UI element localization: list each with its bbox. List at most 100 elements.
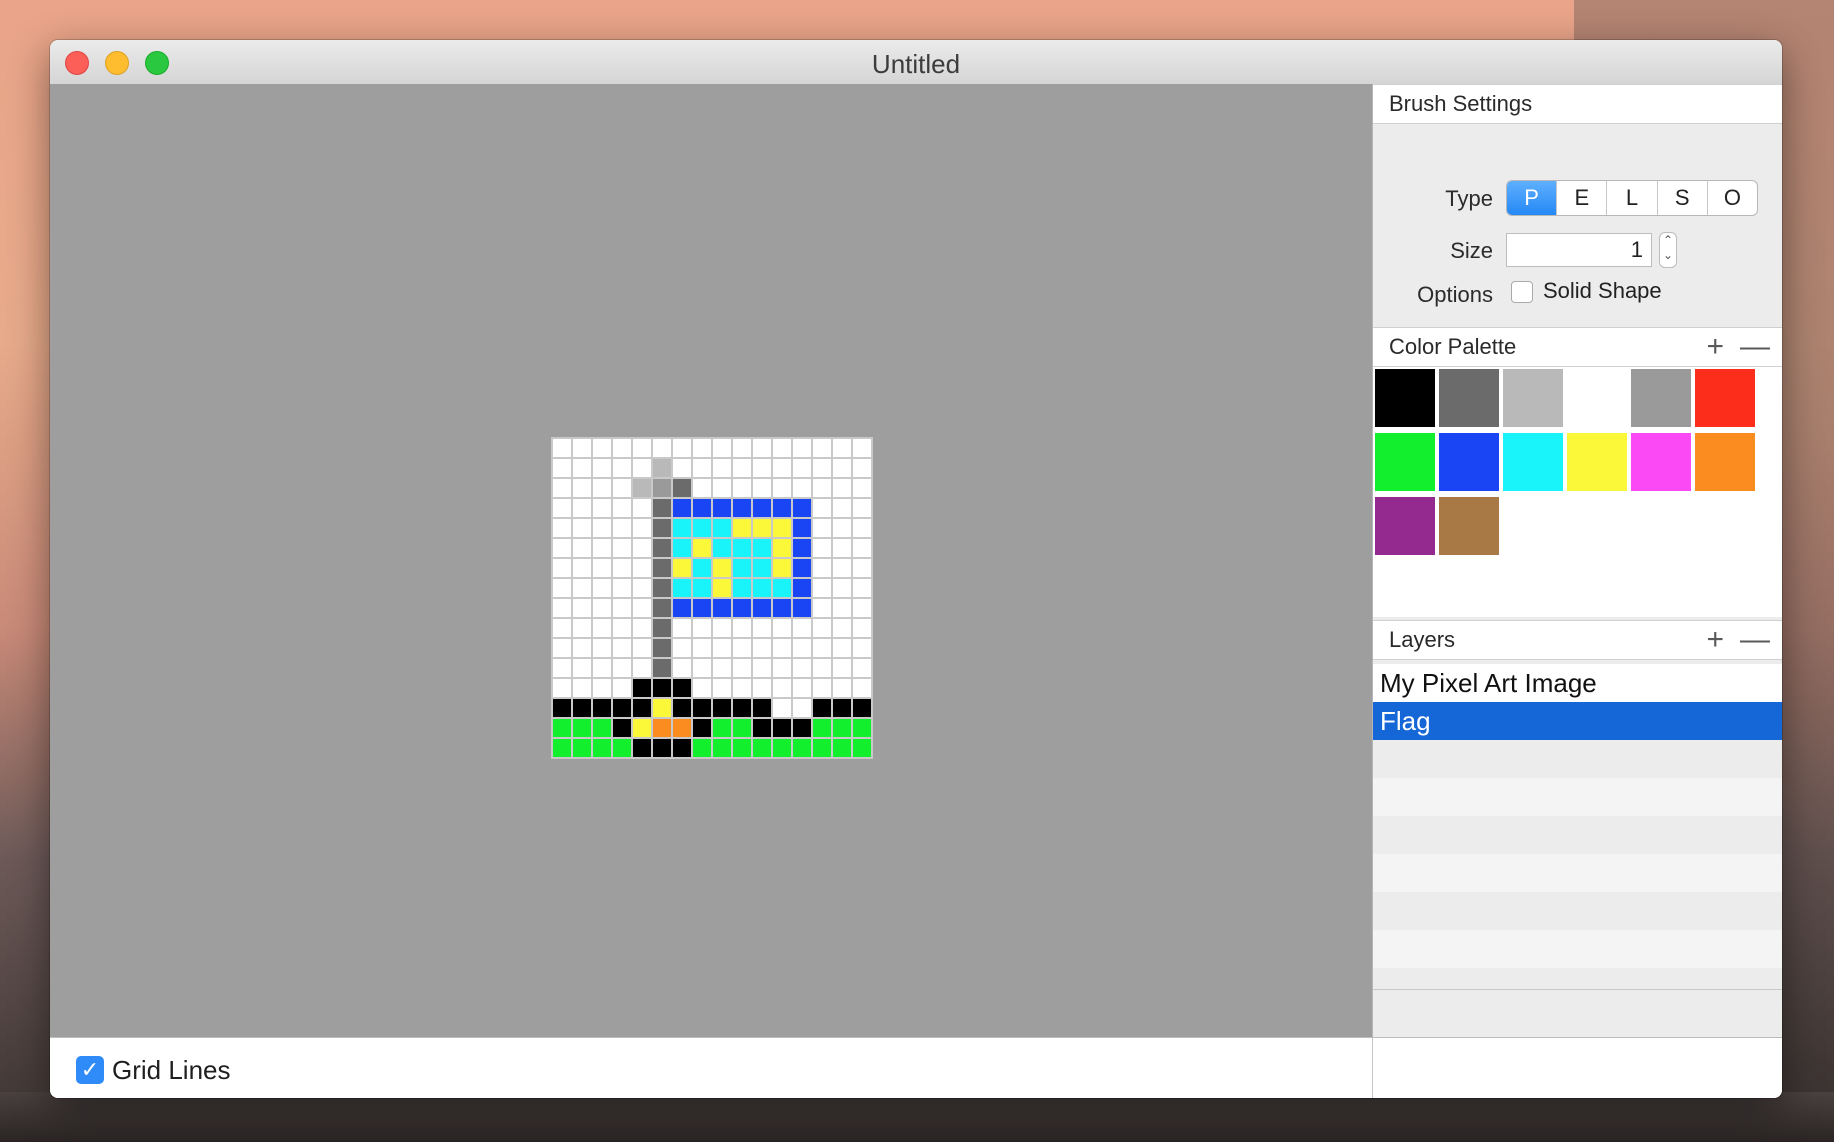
pixel-cell[interactable]	[692, 458, 712, 478]
pixel-cell[interactable]	[652, 618, 672, 638]
pixel-cell[interactable]	[812, 638, 832, 658]
pixel-cell[interactable]	[832, 718, 852, 738]
pixel-cell[interactable]	[712, 678, 732, 698]
pixel-cell[interactable]	[652, 658, 672, 678]
pixel-cell[interactable]	[852, 558, 872, 578]
pixel-cell[interactable]	[752, 718, 772, 738]
pixel-cell[interactable]	[552, 718, 572, 738]
pixel-cell[interactable]	[812, 678, 832, 698]
add-color-plus-icon[interactable]: +	[1706, 330, 1724, 364]
solid-shape-checkbox[interactable]	[1511, 281, 1533, 303]
pixel-cell[interactable]	[692, 738, 712, 758]
pixel-cell[interactable]	[852, 538, 872, 558]
pixel-cell[interactable]	[712, 598, 732, 618]
pixel-cell[interactable]	[792, 618, 812, 638]
pixel-cell[interactable]	[592, 438, 612, 458]
pixel-cell[interactable]	[672, 718, 692, 738]
solid-shape-label[interactable]: Solid Shape	[1543, 278, 1662, 304]
pixel-cell[interactable]	[652, 598, 672, 618]
pixel-cell[interactable]	[712, 498, 732, 518]
color-swatch[interactable]	[1631, 433, 1691, 491]
pixel-cell[interactable]	[852, 638, 872, 658]
pixel-cell[interactable]	[812, 538, 832, 558]
pixel-cell[interactable]	[772, 438, 792, 458]
pixel-cell[interactable]	[652, 558, 672, 578]
pixel-cell[interactable]	[672, 458, 692, 478]
color-swatch[interactable]	[1439, 433, 1499, 491]
pixel-cell[interactable]	[812, 438, 832, 458]
pixel-cell[interactable]	[612, 718, 632, 738]
pixel-cell[interactable]	[732, 558, 752, 578]
pixel-cell[interactable]	[592, 518, 612, 538]
pixel-cell[interactable]	[592, 578, 612, 598]
pixel-cell[interactable]	[572, 498, 592, 518]
pixel-cell[interactable]	[732, 658, 752, 678]
pixel-cell[interactable]	[552, 578, 572, 598]
pixel-cell[interactable]	[672, 578, 692, 598]
pixel-cell[interactable]	[632, 658, 652, 678]
pixel-cell[interactable]	[732, 458, 752, 478]
pixel-cell[interactable]	[572, 618, 592, 638]
pixel-cell[interactable]	[572, 558, 592, 578]
pixel-cell[interactable]	[632, 458, 652, 478]
pixel-cell[interactable]	[552, 698, 572, 718]
pixel-cell[interactable]	[672, 598, 692, 618]
color-swatch[interactable]	[1375, 433, 1435, 491]
pixel-cell[interactable]	[832, 518, 852, 538]
pixel-cell[interactable]	[672, 738, 692, 758]
pixel-cell[interactable]	[632, 518, 652, 538]
pixel-cell[interactable]	[592, 458, 612, 478]
pixel-cell[interactable]	[832, 598, 852, 618]
pixel-cell[interactable]	[752, 458, 772, 478]
pixel-cell[interactable]	[712, 478, 732, 498]
pixel-cell[interactable]	[772, 578, 792, 598]
pixel-cell[interactable]	[652, 478, 672, 498]
pixel-cell[interactable]	[612, 638, 632, 658]
color-swatch[interactable]	[1631, 369, 1691, 427]
pixel-cell[interactable]	[832, 478, 852, 498]
pixel-cell[interactable]	[832, 578, 852, 598]
pixel-cell[interactable]	[672, 638, 692, 658]
pixel-cell[interactable]	[812, 498, 832, 518]
pixel-cell[interactable]	[692, 498, 712, 518]
pixel-cell[interactable]	[632, 498, 652, 518]
pixel-cell[interactable]	[672, 678, 692, 698]
pixel-cell[interactable]	[672, 658, 692, 678]
pixel-cell[interactable]	[852, 678, 872, 698]
pixel-cell[interactable]	[772, 498, 792, 518]
pixel-cell[interactable]	[672, 538, 692, 558]
pixel-cell[interactable]	[752, 538, 772, 558]
grid-lines-checkbox[interactable]: ✓	[76, 1056, 104, 1084]
chevron-up-icon[interactable]: ⌃	[1660, 233, 1676, 248]
pixel-cell[interactable]	[612, 498, 632, 518]
pixel-cell[interactable]	[792, 578, 812, 598]
pixel-cell[interactable]	[772, 678, 792, 698]
pixel-cell[interactable]	[852, 598, 872, 618]
pixel-cell[interactable]	[632, 678, 652, 698]
canvas-area[interactable]	[50, 84, 1373, 1037]
pixel-cell[interactable]	[552, 518, 572, 538]
pixel-cell[interactable]	[732, 438, 752, 458]
pixel-cell[interactable]	[792, 438, 812, 458]
pixel-cell[interactable]	[792, 718, 812, 738]
pixel-cell[interactable]	[772, 518, 792, 538]
pixel-cell[interactable]	[832, 618, 852, 638]
pixel-cell[interactable]	[572, 638, 592, 658]
pixel-cell[interactable]	[812, 738, 832, 758]
pixel-cell[interactable]	[772, 598, 792, 618]
pixel-cell[interactable]	[572, 458, 592, 478]
remove-color-minus-icon[interactable]: —	[1740, 330, 1770, 364]
pixel-cell[interactable]	[632, 738, 652, 758]
pixel-cell[interactable]	[592, 538, 612, 558]
pixel-cell[interactable]	[572, 518, 592, 538]
pixel-cell[interactable]	[772, 638, 792, 658]
pixel-cell[interactable]	[692, 558, 712, 578]
pixel-cell[interactable]	[812, 698, 832, 718]
color-swatch[interactable]	[1503, 433, 1563, 491]
pixel-canvas[interactable]	[551, 437, 873, 759]
pixel-cell[interactable]	[672, 558, 692, 578]
pixel-cell[interactable]	[772, 718, 792, 738]
pixel-cell[interactable]	[592, 498, 612, 518]
pixel-cell[interactable]	[652, 518, 672, 538]
pixel-cell[interactable]	[612, 618, 632, 638]
